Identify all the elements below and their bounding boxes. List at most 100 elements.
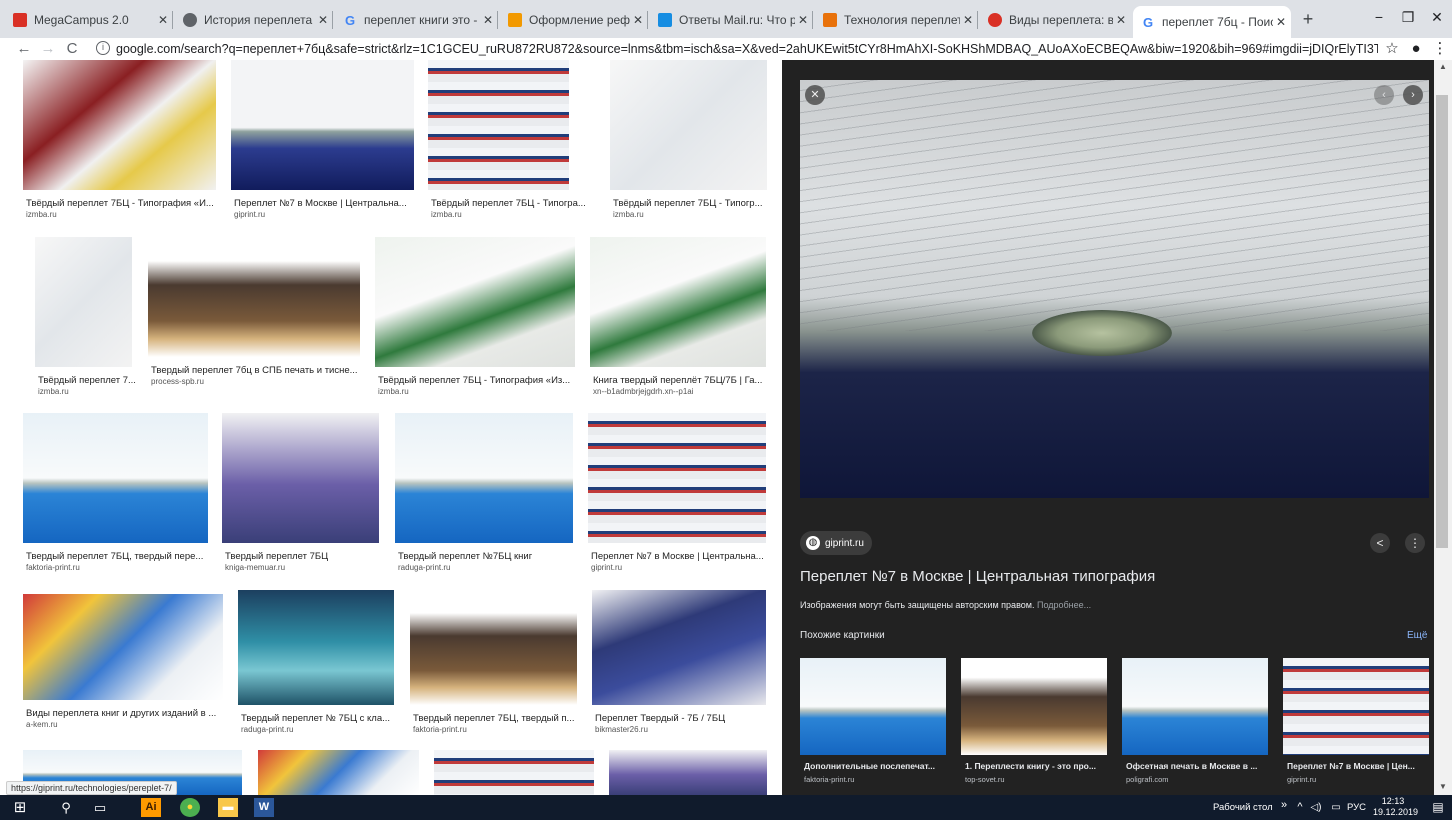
similar-image-caption[interactable]: Офсетная печать в Москве в ... (1126, 761, 1268, 771)
result-caption[interactable]: Твердый переплет № 7БЦ с кла... (241, 713, 417, 724)
result-thumbnail[interactable] (258, 750, 419, 795)
preview-image[interactable] (800, 80, 1429, 498)
colorful-site-icon (823, 13, 837, 27)
result-caption[interactable]: Переплет №7 в Москве | Центральна... (234, 198, 437, 209)
more-options-icon[interactable]: ⋮ (1405, 533, 1425, 553)
similar-image-thumbnail[interactable] (1283, 658, 1429, 755)
result-thumbnail[interactable] (23, 594, 223, 700)
similar-image-caption[interactable]: 1. Переплести книгу - это про... (965, 761, 1107, 771)
source-chip[interactable]: ◍ giprint.ru (800, 531, 872, 555)
tab-8[interactable]: Gпереплет 7бц - Поиск в G✕ (1133, 6, 1291, 38)
site-info-icon[interactable]: i (96, 41, 110, 55)
result-thumbnail[interactable] (375, 237, 575, 367)
network-icon[interactable]: ▭ (1326, 798, 1346, 817)
similar-image-thumbnail[interactable] (961, 658, 1107, 755)
bookmark-star-icon[interactable]: ☆ (1382, 38, 1402, 60)
result-caption[interactable]: Твёрдый переплет 7БЦ - Типография «Из... (378, 375, 598, 386)
more-similar-link[interactable]: Ещё (1407, 630, 1427, 641)
tab-close-icon[interactable]: ✕ (795, 13, 811, 27)
result-domain: bikmaster26.ru (595, 725, 648, 734)
new-tab-button[interactable]: + (1297, 8, 1319, 30)
volume-icon[interactable]: ◁) (1306, 798, 1326, 817)
result-thumbnail[interactable] (609, 750, 767, 795)
desktop-toolbar-label[interactable]: Рабочий стол (1213, 802, 1273, 813)
result-thumbnail[interactable] (428, 60, 569, 190)
result-caption[interactable]: Твердый переплет 7бц в СПБ печать и тисн… (151, 365, 383, 376)
clock[interactable]: 12:13 19.12.2019 (1373, 796, 1418, 818)
result-caption[interactable]: Твёрдый переплет 7... (38, 375, 155, 386)
tab-close-icon[interactable]: ✕ (630, 13, 646, 27)
minimize-button[interactable]: − (1364, 6, 1394, 28)
result-thumbnail[interactable] (23, 60, 216, 190)
result-caption[interactable]: Книга твердый переплёт 7БЦ/7Б | Га... (593, 375, 782, 386)
result-thumbnail[interactable] (592, 590, 766, 705)
back-button[interactable]: ← (14, 38, 34, 60)
language-indicator[interactable]: РУС (1347, 802, 1366, 813)
similar-image-thumbnail[interactable] (1122, 658, 1268, 755)
result-thumbnail[interactable] (410, 590, 577, 705)
scroll-down-arrow-icon[interactable]: ▼ (1434, 782, 1452, 794)
result-thumbnail[interactable] (23, 413, 208, 543)
scrollbar-thumb[interactable] (1436, 95, 1448, 548)
result-thumbnail[interactable] (434, 750, 594, 795)
tab-separator (497, 11, 498, 29)
result-thumbnail[interactable] (231, 60, 414, 190)
browser-menu-icon[interactable]: ⋮ (1430, 38, 1450, 60)
tab-close-icon[interactable]: ✕ (155, 13, 171, 27)
result-thumbnail[interactable] (610, 60, 767, 190)
scroll-up-arrow-icon[interactable]: ▲ (1434, 62, 1452, 74)
notification-center-icon[interactable]: ▤ (1428, 798, 1448, 817)
tab-close-icon[interactable]: ✕ (1113, 13, 1129, 27)
preview-title[interactable]: Переплет №7 в Москве | Центральная типог… (800, 568, 1155, 585)
result-caption[interactable]: Твёрдый переплет 7БЦ - Типогр... (613, 198, 782, 209)
result-thumbnail[interactable] (590, 237, 766, 367)
result-caption[interactable]: Виды переплета книг и других изданий в .… (26, 708, 246, 719)
tab-4[interactable]: Оформление реферата по✕ (500, 9, 648, 31)
next-image-icon[interactable]: › (1403, 85, 1423, 105)
tab-5[interactable]: Ответы Mail.ru: Что раньш✕ (650, 9, 813, 31)
close-window-button[interactable]: ✕ (1422, 6, 1452, 28)
address-bar[interactable]: google.com/search?q=переплет+7бц&safe=st… (116, 39, 1378, 59)
similar-image-caption[interactable]: Дополнительные послепечат... (804, 761, 946, 771)
result-caption[interactable]: Переплет №7 в Москве | Центральна... (591, 551, 782, 562)
word-app-icon[interactable]: W (254, 798, 274, 817)
forward-button[interactable]: → (38, 38, 58, 60)
result-thumbnail[interactable] (222, 413, 379, 543)
tab-7[interactable]: Виды переплета: все, что в✕ (980, 9, 1131, 31)
illustrator-app-icon[interactable]: Ai (141, 798, 161, 817)
result-caption[interactable]: Переплет Твердый - 7Б / 7БЦ (595, 713, 782, 724)
previous-image-icon[interactable]: ‹ (1374, 85, 1394, 105)
result-thumbnail[interactable] (395, 413, 573, 543)
tab-close-icon[interactable]: ✕ (960, 13, 976, 27)
result-caption[interactable]: Твердый переплет 7БЦ (225, 551, 402, 562)
tab-3[interactable]: Gпереплет книги это - Поис✕ (335, 9, 498, 31)
tab-close-icon[interactable]: ✕ (480, 13, 496, 27)
start-button[interactable]: ⊞ (10, 798, 30, 817)
result-thumbnail[interactable] (148, 237, 360, 357)
result-caption[interactable]: Твердый переплет 7БЦ, твердый пере... (26, 551, 231, 562)
copyright-more-link[interactable]: Подробнее... (1037, 600, 1091, 610)
search-icon[interactable]: ⚲ (56, 798, 76, 817)
profile-icon[interactable]: ● (1406, 38, 1426, 60)
result-thumbnail[interactable] (35, 237, 132, 367)
result-caption[interactable]: Твёрдый переплет 7БЦ - Типография «И... (26, 198, 239, 209)
result-caption[interactable]: Твёрдый переплет 7БЦ - Типогра... (431, 198, 592, 209)
result-thumbnail[interactable] (588, 413, 766, 543)
task-view-icon[interactable]: ▭ (90, 798, 110, 817)
tab-6[interactable]: Технология переплета ✕ (815, 9, 978, 31)
restore-button[interactable]: ❐ (1393, 6, 1423, 28)
result-caption[interactable]: Твердый переплет 7БЦ, твердый п... (413, 713, 600, 724)
tab-close-icon[interactable]: ✕ (1273, 15, 1289, 29)
result-thumbnail[interactable] (238, 590, 394, 705)
tab-close-icon[interactable]: ✕ (315, 13, 331, 27)
chrome-app-icon[interactable]: ● (180, 798, 200, 817)
tab-1[interactable]: MegaCampus 2.0 ✕ (5, 9, 173, 31)
result-caption[interactable]: Твердый переплет №7БЦ книг (398, 551, 596, 562)
tab-2[interactable]: История переплета ✕ (175, 9, 333, 31)
reload-button[interactable]: C (62, 38, 82, 60)
share-icon[interactable]: < (1370, 533, 1390, 553)
explorer-app-icon[interactable]: ▬ (218, 798, 238, 817)
similar-image-caption[interactable]: Переплет №7 в Москве | Цен... (1287, 761, 1429, 771)
close-preview-icon[interactable]: ✕ (805, 85, 825, 105)
similar-image-thumbnail[interactable] (800, 658, 946, 755)
